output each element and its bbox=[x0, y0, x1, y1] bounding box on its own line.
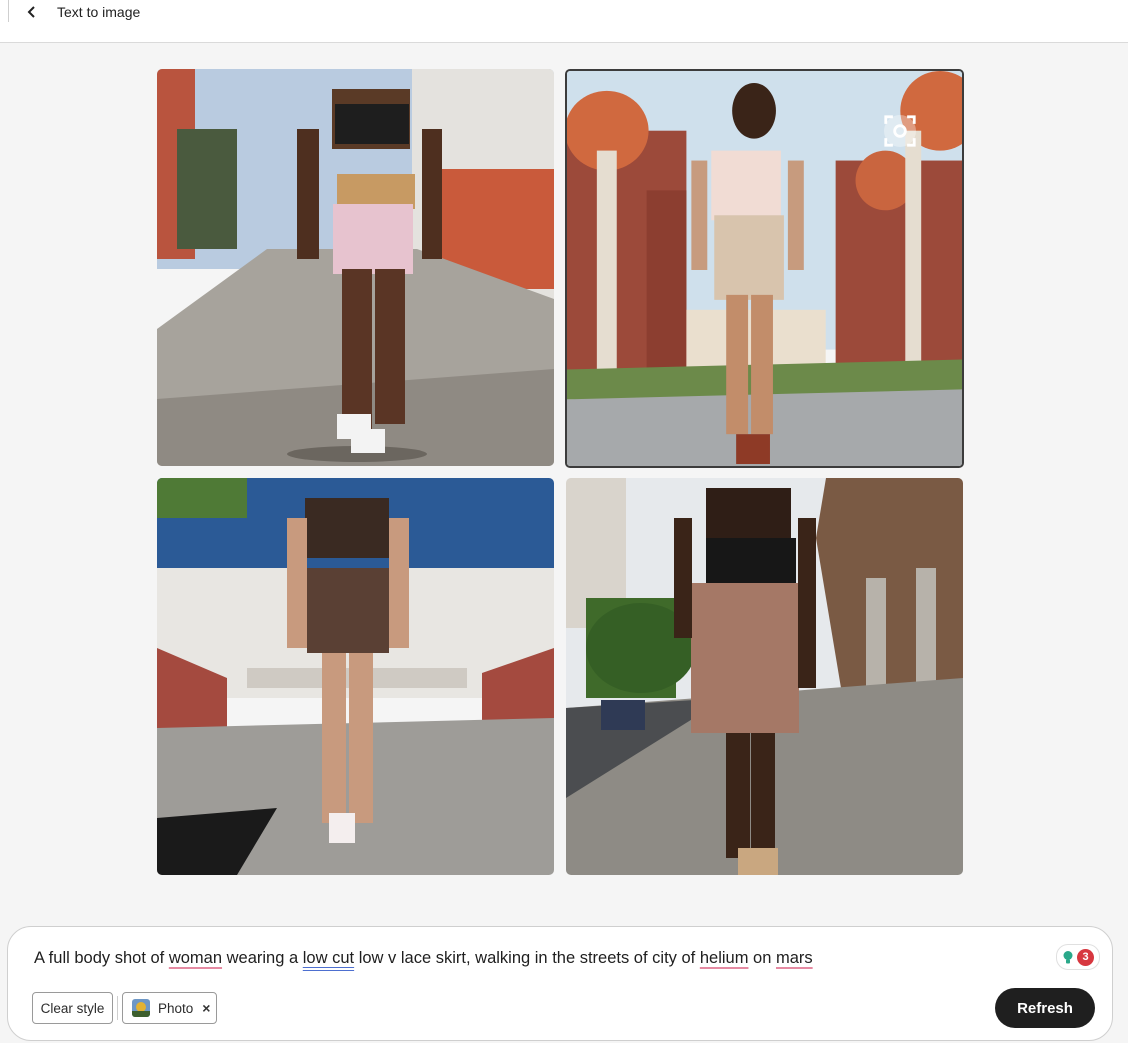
style-chip-photo[interactable]: Photo × bbox=[122, 992, 217, 1024]
top-bar: Text to image bbox=[0, 0, 1128, 43]
chip-divider bbox=[117, 996, 118, 1020]
prompt-segment: low v lace skirt, walking in the streets… bbox=[354, 949, 700, 967]
clear-style-button[interactable]: Clear style bbox=[32, 992, 113, 1024]
generated-image-4[interactable] bbox=[566, 478, 963, 875]
divider bbox=[8, 0, 9, 22]
prompt-segment: wearing a bbox=[222, 949, 303, 967]
credits-count-badge: 3 bbox=[1077, 948, 1094, 966]
generated-image-3[interactable] bbox=[157, 478, 554, 875]
focus-frame-icon bbox=[884, 115, 916, 147]
credits-indicator[interactable]: 3 bbox=[1056, 944, 1100, 970]
prompt-segment-spelling[interactable]: mars bbox=[776, 949, 813, 967]
lightbulb-icon bbox=[1063, 950, 1073, 963]
style-chip-label: Photo bbox=[158, 1000, 194, 1016]
generated-image-1[interactable] bbox=[157, 69, 554, 466]
prompt-segment-spelling[interactable]: woman bbox=[169, 949, 222, 967]
focus-frame-button[interactable] bbox=[884, 115, 916, 147]
image-4-picture bbox=[566, 478, 963, 875]
prompt-segment-spelling[interactable]: helium bbox=[700, 949, 749, 967]
image-1-picture bbox=[157, 69, 554, 466]
photo-style-thumbnail bbox=[132, 999, 150, 1017]
image-grid bbox=[157, 69, 964, 875]
page-title: Text to image bbox=[57, 4, 141, 20]
prompt-segment: A full body shot of bbox=[34, 949, 169, 967]
prompt-panel: A full body shot of woman wearing a low … bbox=[7, 926, 1113, 1041]
prompt-input[interactable]: A full body shot of woman wearing a low … bbox=[34, 949, 813, 968]
refresh-button[interactable]: Refresh bbox=[995, 988, 1095, 1028]
prompt-segment-grammar[interactable]: low cut bbox=[303, 949, 354, 967]
generated-image-2[interactable] bbox=[565, 69, 964, 468]
remove-style-icon[interactable]: × bbox=[202, 1000, 210, 1016]
back-button[interactable] bbox=[22, 2, 42, 22]
prompt-segment: on bbox=[748, 949, 776, 967]
image-3-picture bbox=[157, 478, 554, 875]
chevron-left-icon bbox=[27, 6, 35, 18]
